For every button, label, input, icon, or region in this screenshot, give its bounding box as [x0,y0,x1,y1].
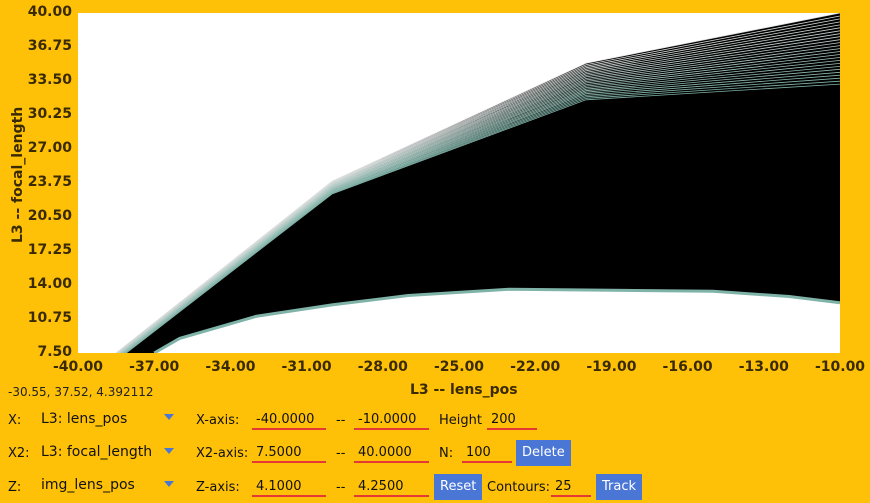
n-input[interactable]: 100 [462,443,512,463]
x-axis-min-input[interactable]: -40.0000 [252,410,326,430]
y-tick-label: 23.75 [27,174,72,190]
track-button[interactable]: Track [596,474,643,500]
reset-button[interactable]: Reset [434,474,483,500]
y-tick-label: 20.50 [27,208,72,224]
x2-label: X2: [8,446,30,461]
height-input[interactable]: 200 [487,410,537,430]
range-dash: -- [336,446,346,461]
x2-axis-min-input[interactable]: 7.5000 [252,443,326,463]
chevron-down-icon[interactable] [164,414,174,420]
x-tick-label: -19.00 [586,359,637,375]
x-tick-label: -28.00 [357,359,408,375]
contour-fill-region [116,13,840,353]
y-axis-label: L3 -- focal_length [10,106,26,243]
x-tick-label: -34.00 [205,359,256,375]
x2-variable-select[interactable]: L3: focal_length [41,444,152,460]
cursor-readout: -30.55, 37.52, 4.392112 [8,385,154,399]
x-tick-label: -37.00 [129,359,180,375]
z-axis-min-input[interactable]: 4.1000 [252,477,326,497]
y-tick-label: 7.50 [37,344,72,360]
y-tick-label: 10.75 [27,310,72,326]
x2-axis-label-text: X2-axis: [196,446,249,461]
y-tick-label: 40.00 [27,4,72,20]
x-tick-label: -22.00 [510,359,561,375]
x-tick-label: -10.00 [814,359,866,375]
chevron-down-icon[interactable] [164,481,174,487]
x-tick-label: -40.00 [52,359,104,375]
y-tick-label: 30.25 [27,106,72,122]
contours-label: Contours: [487,480,551,495]
z-axis-max-input[interactable]: 4.2500 [354,477,429,497]
contour-plot-svg [115,13,840,353]
y-tick-label: 14.00 [27,276,72,292]
x2-axis-max-input[interactable]: 40.0000 [354,443,429,463]
contour-plot[interactable] [78,13,840,353]
y-tick-label: 27.00 [27,140,72,156]
range-dash: -- [336,413,346,428]
x-tick-label: -16.00 [662,359,713,375]
range-dash: -- [336,480,346,495]
contours-input[interactable]: 25 [551,477,591,497]
z-label: Z: [8,480,22,495]
y-tick-label: 33.50 [27,72,72,88]
chevron-down-icon[interactable] [164,448,174,454]
x-variable-select[interactable]: L3: lens_pos [41,411,127,427]
x-tick-label: -13.00 [738,359,789,375]
delete-button[interactable]: Delete [516,440,571,466]
z-variable-select[interactable]: img_lens_pos [41,477,135,493]
x-tick-label: -25.00 [433,359,485,375]
x-tick-label: -31.00 [281,359,332,375]
x-axis-max-input[interactable]: -10.0000 [354,410,429,430]
y-tick-label: 36.75 [27,38,72,54]
x-axis-label-text: X-axis: [196,413,240,428]
n-label: N: [439,446,454,461]
height-label: Height [439,413,482,428]
x-label: X: [8,413,22,428]
y-tick-label: 17.25 [27,242,72,258]
x-axis-label: L3 -- lens_pos [410,382,518,398]
z-axis-label-text: Z-axis: [196,480,240,495]
